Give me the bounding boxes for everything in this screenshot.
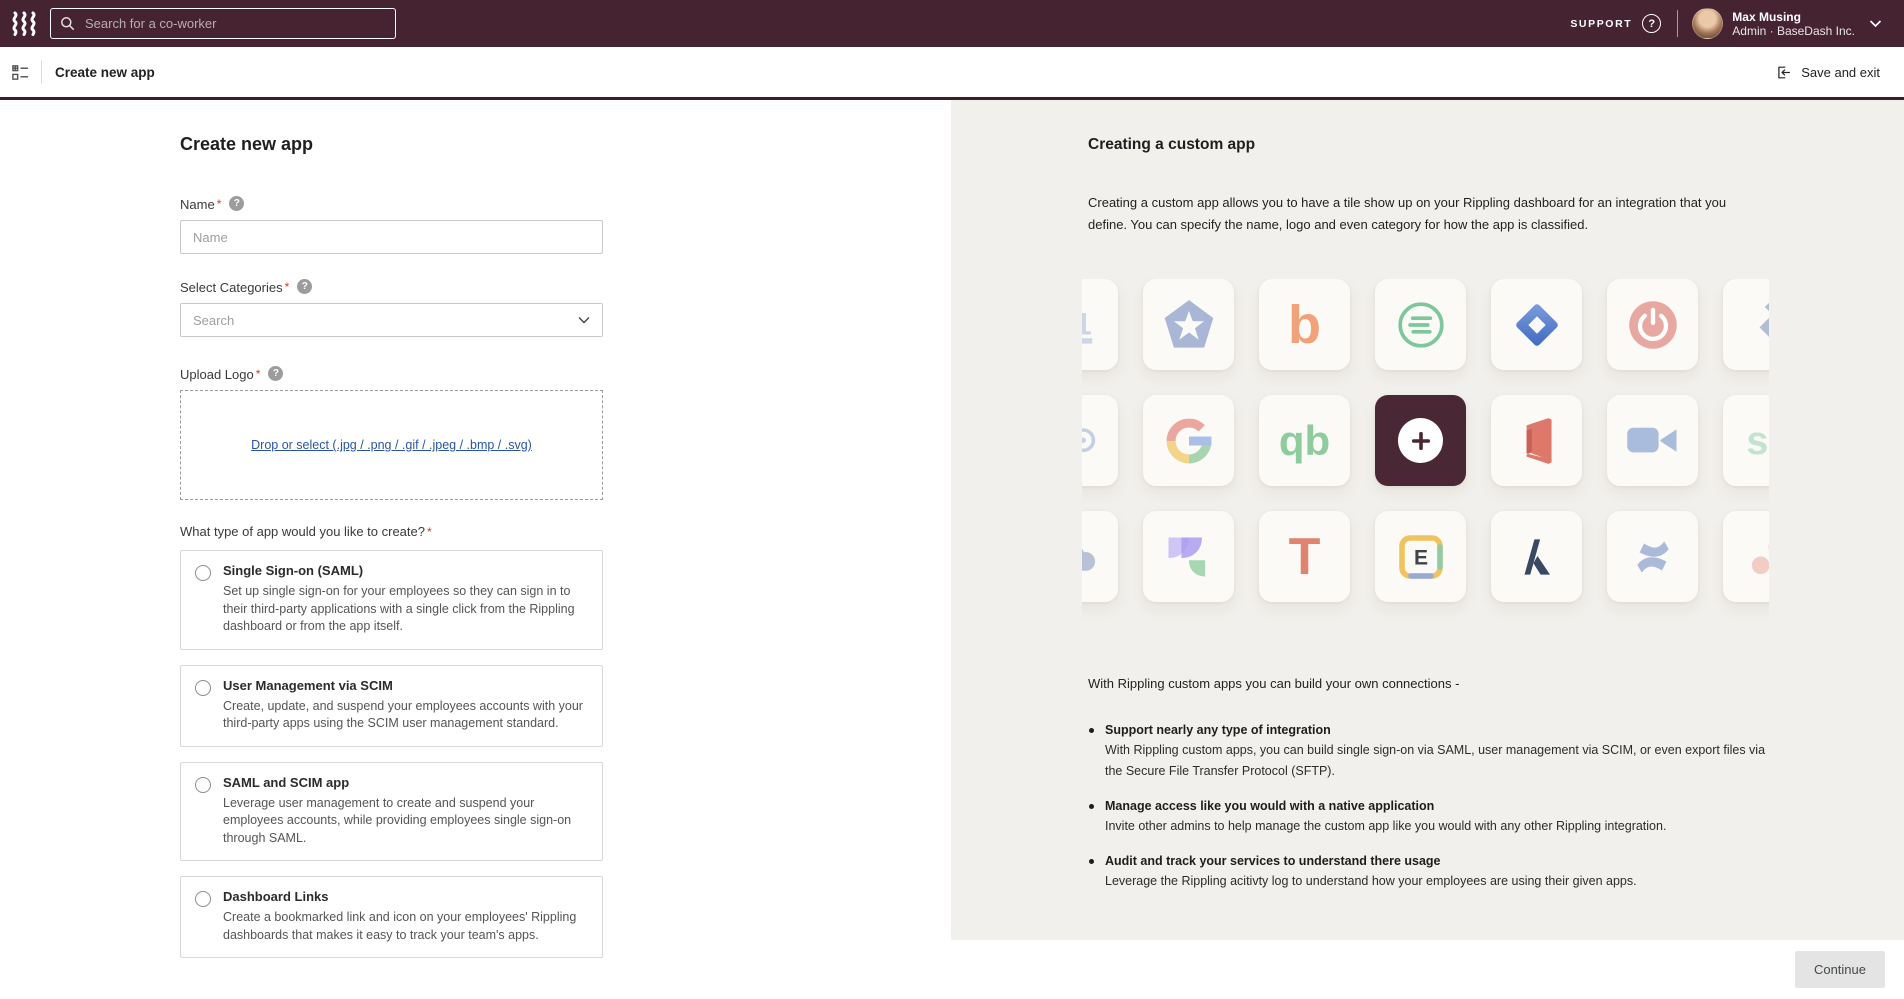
- categories-placeholder: Search: [193, 313, 578, 328]
- app-tile-jira-icon: [1491, 279, 1582, 370]
- categories-label: Select Categories: [180, 280, 283, 295]
- categories-help-icon[interactable]: ?: [297, 279, 312, 294]
- option-title: SAML and SCIM app: [223, 775, 586, 790]
- logo-dropzone[interactable]: Drop or select (.jpg / .png / .gif / .jp…: [180, 390, 603, 500]
- app-tile-petals-icon: [1143, 511, 1234, 602]
- save-and-exit-button[interactable]: Save and exit: [1775, 64, 1880, 81]
- bullet-desc: Invite other admins to help manage the c…: [1105, 816, 1768, 837]
- app-tile-letter-t-icon: T: [1259, 511, 1350, 602]
- app-tile-dots-icon: [1723, 511, 1769, 602]
- bullet-desc: Leverage the Rippling acitivty log to un…: [1105, 871, 1768, 892]
- connections-line: With Rippling custom apps you can build …: [1088, 676, 1768, 691]
- app-tile-n1-icon: N1: [1082, 279, 1118, 370]
- required-marker: *: [256, 367, 261, 381]
- topbar: SUPPORT ? Max Musing Admin · BaseDash In…: [0, 0, 1904, 47]
- app-tile-cloud-icon: [1082, 511, 1118, 602]
- bullet-title: Audit and track your services to underst…: [1105, 852, 1768, 871]
- app-tile-confluence-icon: [1607, 511, 1698, 602]
- logo-upload-link[interactable]: Drop or select (.jpg / .png / .gif / .jp…: [251, 438, 532, 452]
- app-tiles: N1 b r qb sa T E: [1082, 279, 1769, 627]
- create-app-form-panel: Create new app Name* ? Select Categories…: [0, 100, 951, 940]
- required-marker: *: [285, 280, 290, 294]
- user-name: Max Musing: [1732, 10, 1855, 24]
- chevron-down-icon: [578, 316, 590, 324]
- info-panel: Creating a custom app Creating a custom …: [951, 100, 1904, 940]
- info-title: Creating a custom app: [1088, 136, 1768, 154]
- info-intro: Creating a custom app allows you to have…: [1088, 192, 1768, 236]
- page-title: Create new app: [55, 65, 155, 80]
- app-type-option-dashboard-links[interactable]: Dashboard Links Create a bookmarked link…: [180, 876, 603, 958]
- required-marker: *: [217, 197, 222, 211]
- svg-text:E: E: [1413, 546, 1427, 569]
- option-description: Set up single sign-on for your employees…: [223, 583, 586, 636]
- app-tile-google-icon: [1143, 395, 1234, 486]
- app-tile-diamond-stack-icon: [1723, 279, 1769, 370]
- benefits-list: Support nearly any type of integration W…: [1088, 721, 1768, 892]
- save-and-exit-label: Save and exit: [1801, 65, 1880, 80]
- app-type-option-saml[interactable]: Single Sign-on (SAML) Set up single sign…: [180, 550, 603, 650]
- upload-logo-label: Upload Logo: [180, 367, 254, 382]
- continue-button[interactable]: Continue: [1795, 951, 1885, 988]
- radio-saml-scim[interactable]: [195, 777, 211, 793]
- app-tile-atlassian-icon: [1491, 511, 1582, 602]
- required-marker: *: [427, 525, 432, 539]
- app-type-option-scim[interactable]: User Management via SCIM Create, update,…: [180, 665, 603, 747]
- upload-help-icon[interactable]: ?: [268, 366, 283, 381]
- radio-dashboard-links[interactable]: [195, 891, 211, 907]
- list-item: Support nearly any type of integration W…: [1088, 721, 1768, 782]
- workflow-list-icon[interactable]: [11, 63, 30, 82]
- app-tile-xero-icon: r: [1082, 395, 1118, 486]
- app-tile-letter-b-icon: b: [1259, 279, 1350, 370]
- app-tile-pentagon-star-icon: [1143, 279, 1234, 370]
- bullet-title: Support nearly any type of integration: [1105, 721, 1768, 740]
- exit-icon: [1775, 64, 1792, 81]
- main-content: Create new app Name* ? Select Categories…: [0, 100, 1904, 940]
- bullet-desc: With Rippling custom apps, you can build…: [1105, 740, 1768, 782]
- search-input[interactable]: [83, 15, 386, 32]
- radio-scim[interactable]: [195, 680, 211, 696]
- app-tile-sa-icon: sa: [1723, 395, 1769, 486]
- name-label: Name: [180, 197, 215, 212]
- user-menu[interactable]: Max Musing Admin · BaseDash Inc.: [1732, 10, 1855, 38]
- app-tile-circle-lines-icon: [1375, 279, 1466, 370]
- search-icon: [60, 16, 75, 31]
- option-description: Create a bookmarked link and icon on you…: [223, 909, 586, 944]
- categories-select[interactable]: Search: [180, 303, 603, 337]
- app-tile-custom-app-plus-icon: [1375, 395, 1466, 486]
- support-help-icon[interactable]: ?: [1642, 14, 1661, 33]
- coworker-search[interactable]: [50, 8, 396, 39]
- page-header: Create new app Save and exit: [0, 47, 1904, 100]
- app-tile-quickbooks-icon: qb: [1259, 395, 1350, 486]
- name-help-icon[interactable]: ?: [229, 196, 244, 211]
- bullet-title: Manage access like you would with a nati…: [1105, 797, 1768, 816]
- app-type-question: What type of app would you like to creat…: [180, 524, 425, 539]
- option-title: Dashboard Links: [223, 889, 586, 904]
- rippling-logo-icon[interactable]: [12, 10, 38, 38]
- app-tile-power-icon: [1607, 279, 1698, 370]
- chevron-down-icon[interactable]: [1869, 19, 1882, 28]
- svg-text:N1: N1: [1082, 306, 1091, 341]
- support-link[interactable]: SUPPORT: [1570, 18, 1632, 30]
- user-avatar[interactable]: [1692, 8, 1723, 39]
- name-input[interactable]: [180, 220, 603, 254]
- radio-saml[interactable]: [195, 565, 211, 581]
- option-title: Single Sign-on (SAML): [223, 563, 586, 578]
- form-title: Create new app: [180, 134, 603, 155]
- app-tile-office-icon: [1491, 395, 1582, 486]
- option-title: User Management via SCIM: [223, 678, 586, 693]
- list-item: Audit and track your services to underst…: [1088, 852, 1768, 892]
- app-tile-letter-e-icon: E: [1375, 511, 1466, 602]
- app-tile-video-camera-icon: [1607, 395, 1698, 486]
- header-divider: [41, 60, 42, 84]
- option-description: Leverage user management to create and s…: [223, 795, 586, 848]
- option-description: Create, update, and suspend your employe…: [223, 698, 586, 733]
- user-role: Admin · BaseDash Inc.: [1732, 24, 1855, 38]
- topbar-divider: [1677, 10, 1678, 37]
- list-item: Manage access like you would with a nati…: [1088, 797, 1768, 837]
- app-type-option-saml-scim[interactable]: SAML and SCIM app Leverage user manageme…: [180, 762, 603, 862]
